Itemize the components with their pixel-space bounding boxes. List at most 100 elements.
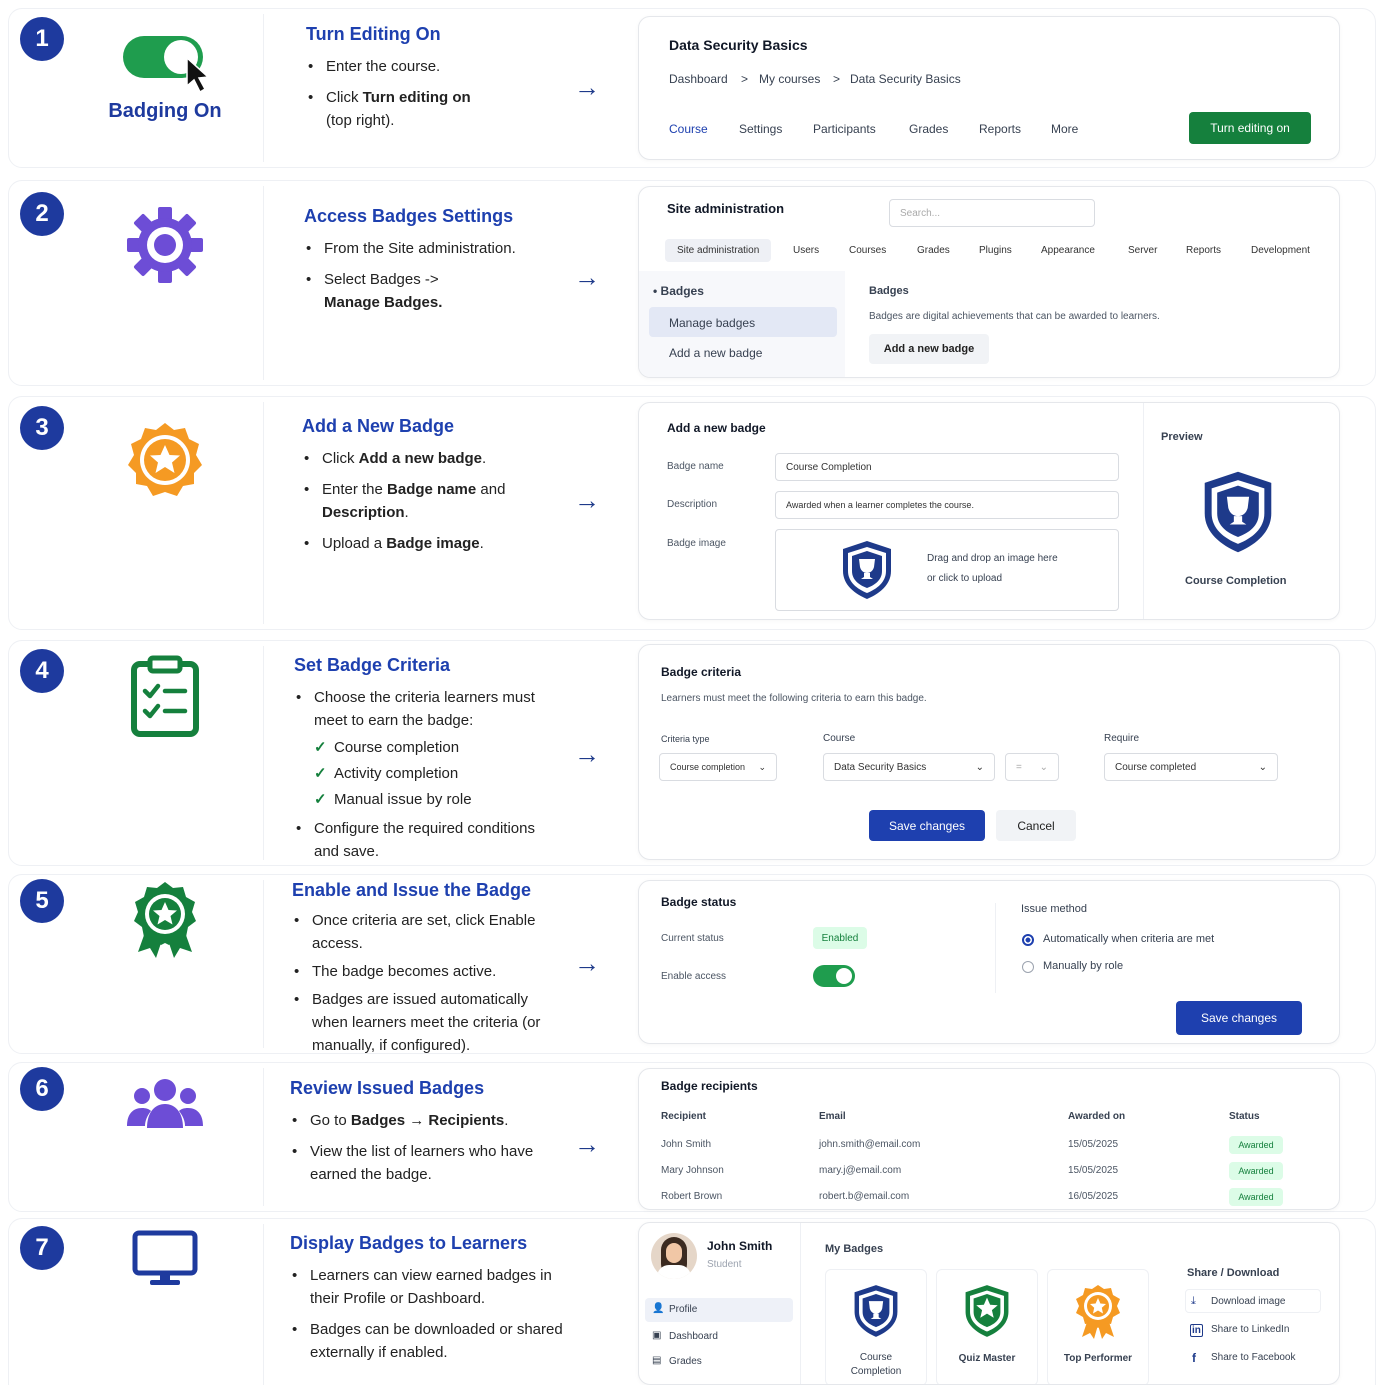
share-linkedin-button[interactable]: Share to LinkedIn <box>1211 1324 1289 1335</box>
gear-icon <box>127 207 203 283</box>
step-2-text: Access Badges Settings From the Site adm… <box>304 206 594 322</box>
user-role: Student <box>707 1259 742 1270</box>
check-item: Manual issue by role <box>312 788 564 811</box>
badge-name: Course Completion <box>850 1352 902 1377</box>
star-badge-icon <box>128 423 202 496</box>
course-title: Data Security Basics <box>669 37 808 53</box>
search-input[interactable]: Search... <box>889 199 1095 227</box>
step-number-5: 5 <box>20 879 64 923</box>
criteria-type-select[interactable]: Course completion ⌄ <box>659 753 777 781</box>
require-select[interactable]: Course completed ⌄ <box>1104 753 1278 781</box>
divider <box>263 14 264 162</box>
sidebar-item-add-badge[interactable]: Add a new badge <box>669 346 762 360</box>
tab-appearance[interactable]: Appearance <box>1041 245 1095 256</box>
turn-editing-on-button[interactable]: Turn editing on <box>1189 112 1311 144</box>
check-item: Activity completion <box>312 762 564 785</box>
step-number-7: 7 <box>20 1226 64 1270</box>
recipient-email: john.smith@email.com <box>819 1139 921 1150</box>
tab-site-administration[interactable]: Site administration <box>665 239 772 262</box>
cancel-button[interactable]: Cancel <box>996 810 1076 841</box>
breadcrumb-separator: > <box>833 72 841 86</box>
enable-access-toggle[interactable] <box>813 965 855 987</box>
issue-method-title: Issue method <box>1021 903 1088 915</box>
avatar <box>651 1233 697 1279</box>
radio-auto[interactable] <box>1022 934 1034 946</box>
tab-courses[interactable]: Courses <box>849 245 886 256</box>
add-new-badge-button[interactable]: Add a new badge <box>869 334 989 364</box>
sidebar-item-badges[interactable]: • Badges <box>653 284 704 298</box>
save-changes-button[interactable]: Save changes <box>869 810 985 841</box>
description-input[interactable]: Awarded when a learner completes the cou… <box>775 491 1119 519</box>
criteria-description: Learners must meet the following criteri… <box>661 693 927 704</box>
breadcrumb-my-courses[interactable]: My courses <box>759 72 820 86</box>
step-1-text: Turn Editing On Enter the course. Click … <box>306 24 596 140</box>
require-label: Require <box>1104 733 1140 744</box>
my-badges-title: My Badges <box>825 1243 884 1255</box>
breadcrumb-course[interactable]: Data Security Basics <box>850 72 961 86</box>
badge-status-panel: Badge status Current status Enabled Enab… <box>638 880 1340 1044</box>
tab-plugins[interactable]: Plugins <box>979 245 1012 256</box>
badge-name-input[interactable]: Course Completion <box>775 453 1119 481</box>
tab-reports[interactable]: Reports <box>1186 245 1221 256</box>
badge-image-label: Badge image <box>667 538 726 549</box>
breadcrumb-dashboard[interactable]: Dashboard <box>669 72 728 86</box>
recipients-title: Badge recipients <box>661 1079 758 1093</box>
star-shield-icon <box>965 1285 1009 1337</box>
criteria-type-label: Criteria type <box>661 734 710 744</box>
arrow-icon: → <box>574 948 600 978</box>
dropzone-text-2: or click to upload <box>927 573 1003 584</box>
preview-label: Preview <box>1161 431 1203 443</box>
tab-grades[interactable]: Grades <box>909 122 948 136</box>
nav-dashboard[interactable]: Dashboard <box>669 1331 718 1342</box>
awarded-date: 15/05/2025 <box>1068 1165 1119 1176</box>
enable-access-label: Enable access <box>661 971 727 982</box>
col-status: Status <box>1229 1111 1260 1122</box>
bullet: Enter the course. <box>306 55 596 78</box>
step-7-illustration <box>100 1230 230 1288</box>
status-badge: Awarded <box>1229 1162 1283 1180</box>
share-facebook-button[interactable]: Share to Facebook <box>1211 1352 1296 1363</box>
badge-name: Top Performer <box>1063 1353 1133 1364</box>
step-title: Display Badges to Learners <box>290 1233 528 1253</box>
tab-settings[interactable]: Settings <box>739 122 782 136</box>
preview-divider <box>1143 403 1144 619</box>
download-image-label: Download image <box>1211 1296 1286 1307</box>
badges-heading: Badges <box>869 285 909 297</box>
operator-select[interactable]: = ⌄ <box>1005 753 1059 781</box>
awarded-date: 16/05/2025 <box>1068 1191 1119 1202</box>
col-email: Email <box>819 1111 846 1122</box>
chevron-down-icon: ⌄ <box>975 761 984 773</box>
tab-users[interactable]: Users <box>793 245 819 256</box>
tab-reports[interactable]: Reports <box>979 122 1021 136</box>
tab-grades[interactable]: Grades <box>917 245 950 256</box>
bullet: Badges can be downloaded or shared exter… <box>290 1318 574 1364</box>
nav-grades[interactable]: Grades <box>669 1356 702 1367</box>
step-number-3: 3 <box>20 406 64 450</box>
linkedin-icon: in <box>1190 1324 1203 1337</box>
tab-course[interactable]: Course <box>669 122 708 136</box>
recipient-name: Robert Brown <box>661 1191 723 1202</box>
step-6-illustration <box>100 1076 230 1132</box>
tab-server[interactable]: Server <box>1128 245 1157 256</box>
save-changes-button[interactable]: Save changes <box>1176 1001 1302 1035</box>
tab-more[interactable]: More <box>1051 122 1078 136</box>
bullet: Configure the required conditions and sa… <box>294 817 564 863</box>
image-dropzone[interactable] <box>775 529 1119 611</box>
trophy-shield-icon <box>1204 471 1272 553</box>
form-title: Add a new badge <box>667 421 766 435</box>
tab-participants[interactable]: Participants <box>813 122 876 136</box>
step-title: Turn Editing On <box>306 24 441 44</box>
badge-recipients-panel: Badge recipients Recipient Email Awarded… <box>638 1068 1340 1210</box>
tab-development[interactable]: Development <box>1251 245 1310 256</box>
arrow-icon: → <box>574 1129 600 1159</box>
medal-icon <box>1076 1285 1120 1339</box>
radio-manual-label: Manually by role <box>1043 960 1124 972</box>
bullet: Go to Badges → Recipients. <box>290 1109 560 1132</box>
nav-profile[interactable] <box>645 1298 793 1322</box>
divider <box>263 1224 264 1385</box>
arrow-icon: → <box>574 739 600 769</box>
current-status-label: Current status <box>661 933 724 944</box>
course-select[interactable]: Data Security Basics ⌄ <box>823 753 995 781</box>
step-4-text: Set Badge Criteria Choose the criteria l… <box>294 655 564 871</box>
radio-manual[interactable] <box>1022 961 1034 973</box>
